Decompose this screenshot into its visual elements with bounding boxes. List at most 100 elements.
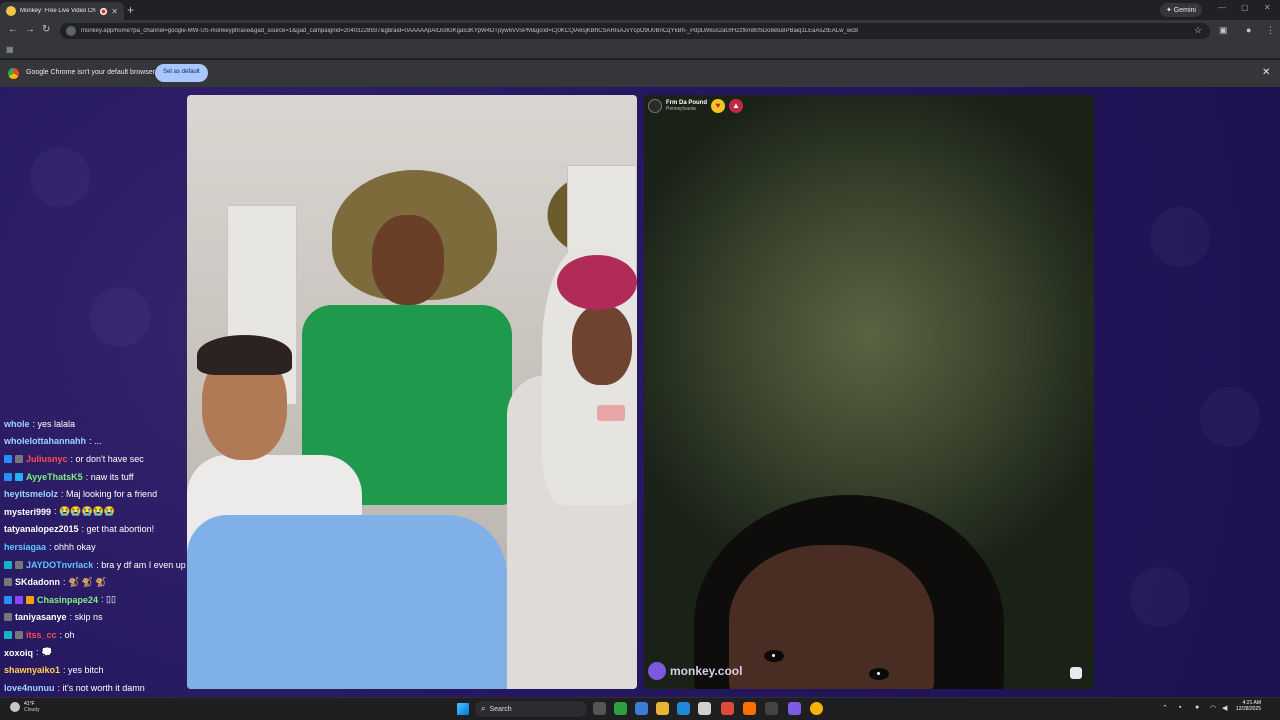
remote-profile[interactable]: Frm Da Pound Pennsylvania ♥ ▲ xyxy=(648,99,744,113)
apps-grid-icon[interactable]: ▦ xyxy=(6,45,14,54)
chat-message: shawnyaiko1: yes bitch xyxy=(0,661,260,679)
edge-icon[interactable] xyxy=(677,702,690,715)
task-view-icon[interactable] xyxy=(593,702,606,715)
person-hair xyxy=(197,335,292,375)
side-panel-icon[interactable]: ▣ xyxy=(1219,25,1228,36)
infobar-message: Google Chrome isn't your default browser xyxy=(26,69,155,76)
clock[interactable]: 4:21 AM 12/28/2025 xyxy=(1236,700,1261,712)
remote-avatar[interactable] xyxy=(648,99,662,113)
eye xyxy=(764,650,784,662)
message-icon[interactable] xyxy=(1070,667,1082,679)
chat-message: mysteri999: 😭😭😭😭😭 xyxy=(0,503,260,521)
wifi-icon[interactable]: ◠ xyxy=(1210,704,1216,712)
reload-icon[interactable]: ↻ xyxy=(42,24,50,35)
address-bar[interactable]: monkey.app/home?pa_channel=google-MW-US-… xyxy=(60,23,1210,39)
chat-username[interactable]: Juliusnyc xyxy=(26,454,68,464)
app-icon[interactable] xyxy=(765,702,778,715)
taskbar-search[interactable]: ⌕ Search xyxy=(475,701,587,717)
profile-avatar-icon[interactable]: ● xyxy=(1246,25,1251,35)
infobar-close-icon[interactable]: ✕ xyxy=(1262,67,1270,78)
chat-badge-icon xyxy=(4,560,12,569)
chat-badge-icon xyxy=(15,454,23,463)
forward-icon[interactable]: → xyxy=(25,24,35,35)
chat-username[interactable]: taniyasanye xyxy=(15,612,67,622)
chat-message: Juliusnyc: or don't have sec xyxy=(0,450,260,468)
stream-chat: whole: yes lalala wholelottahannahh: ... J… xyxy=(0,415,260,697)
tab-title: Monkey: Free Live Video Ch xyxy=(20,8,96,14)
menu-icon[interactable]: ⋮ xyxy=(1266,25,1275,36)
clock-date: 12/28/2025 xyxy=(1236,706,1262,712)
gift-icon[interactable]: ▲ xyxy=(729,99,744,113)
tab-monkey[interactable]: Monkey: Free Live Video Ch ✕ xyxy=(0,2,124,20)
app-icon[interactable] xyxy=(635,702,648,715)
chat-username[interactable]: heyitsmelolz xyxy=(4,489,58,499)
chat-text: : oh xyxy=(59,629,75,640)
chat-username[interactable]: SKdadonn xyxy=(15,577,60,587)
chat-username[interactable]: xoxoiq xyxy=(4,648,33,658)
windows-start-icon[interactable] xyxy=(457,703,469,715)
head-scarf xyxy=(557,255,637,310)
maximize-icon[interactable]: ▢ xyxy=(1241,3,1249,12)
chat-badge-icon xyxy=(4,613,12,622)
site-info-icon[interactable] xyxy=(66,26,76,36)
chat-username[interactable]: mysteri999 xyxy=(4,507,51,517)
chat-username[interactable]: love4nunuu xyxy=(4,683,55,693)
chat-username[interactable]: whole xyxy=(4,419,30,429)
default-browser-infobar: Google Chrome isn't your default browser… xyxy=(0,60,1280,87)
remote-video: Frm Da Pound Pennsylvania ♥ ▲ monkey.coo… xyxy=(644,95,1094,689)
app-icon[interactable] xyxy=(788,702,801,715)
weather-widget[interactable]: 41°F Cloudy xyxy=(10,701,40,713)
eye xyxy=(869,668,889,680)
remote-location: Pennsylvania xyxy=(666,106,696,112)
windows-taskbar: 41°F Cloudy ⌕ Search ⌃ ▪ ● ◠ ◀ 4:21 AM 1… xyxy=(0,697,1280,720)
chat-message: AyyeThatsK5: naw its tuff xyxy=(0,468,260,486)
chat-text: : Maj looking for a friend xyxy=(61,489,158,500)
new-tab-button[interactable]: + xyxy=(127,3,134,17)
chrome-taskbar-icon[interactable] xyxy=(721,702,734,715)
heart-icon[interactable]: ♥ xyxy=(711,99,726,113)
chat-text: : yes lalala xyxy=(32,418,76,429)
gemini-button[interactable]: ✦ Gemini xyxy=(1160,3,1202,17)
monkey-watermark: monkey.cool xyxy=(648,662,742,680)
minimize-icon[interactable]: — xyxy=(1218,3,1226,12)
paw-pattern xyxy=(1130,567,1190,627)
chat-message: JAYDOTnvrlack: bra y df am I even up xyxy=(0,556,260,574)
chrome-logo-icon xyxy=(8,68,19,79)
bookmarks-bar xyxy=(0,42,1280,59)
chat-badge-icon xyxy=(4,578,12,587)
back-icon[interactable]: ← xyxy=(8,24,18,35)
bookmark-star-icon[interactable]: ☆ xyxy=(1194,25,1202,36)
chat-text: : bra y df am I even up xyxy=(96,559,186,570)
phone xyxy=(597,405,625,421)
chat-username[interactable]: AyyeThatsK5 xyxy=(26,472,83,482)
chrome-icon[interactable] xyxy=(810,702,823,715)
paw-pattern xyxy=(1200,387,1260,447)
chat-badge-icon xyxy=(4,595,12,604)
store-icon[interactable] xyxy=(698,702,711,715)
chat-message: itss_cc: oh xyxy=(0,626,260,644)
tab-close-icon[interactable]: ✕ xyxy=(111,7,118,16)
chat-badge-icon xyxy=(15,560,23,569)
chat-username[interactable]: shawnyaiko1 xyxy=(4,665,60,675)
chat-username[interactable]: JAYDOTnvrlack xyxy=(26,560,93,570)
tray-chevron-icon[interactable]: ⌃ xyxy=(1162,704,1168,712)
chat-text: : skip ns xyxy=(69,612,103,623)
close-window-icon[interactable]: ✕ xyxy=(1264,3,1271,12)
chat-username[interactable]: Chasinpape24 xyxy=(37,595,98,605)
microphone-icon[interactable]: ● xyxy=(1195,704,1199,711)
search-label: Search xyxy=(489,705,512,713)
chat-message: SKdadonn: 🐒 🐒 🐒 xyxy=(0,573,260,591)
file-explorer-icon[interactable] xyxy=(656,702,669,715)
volume-icon[interactable]: ◀ xyxy=(1222,704,1227,712)
chat-username[interactable]: hersiagaa xyxy=(4,542,46,552)
chat-message: love4nunuu: it's not worth it damn xyxy=(0,679,260,697)
recording-icon xyxy=(100,7,108,15)
chat-username[interactable]: wholelottahannahh xyxy=(4,436,86,446)
app-icon[interactable] xyxy=(743,702,756,715)
chat-username[interactable]: tatyanalopez2015 xyxy=(4,524,79,534)
tray-app-icon[interactable]: ▪ xyxy=(1179,704,1181,711)
chat-username[interactable]: itss_cc xyxy=(26,630,57,640)
app-icon[interactable] xyxy=(614,702,627,715)
set-as-default-button[interactable]: Set as default xyxy=(155,64,208,82)
chat-badge-icon xyxy=(26,595,34,604)
